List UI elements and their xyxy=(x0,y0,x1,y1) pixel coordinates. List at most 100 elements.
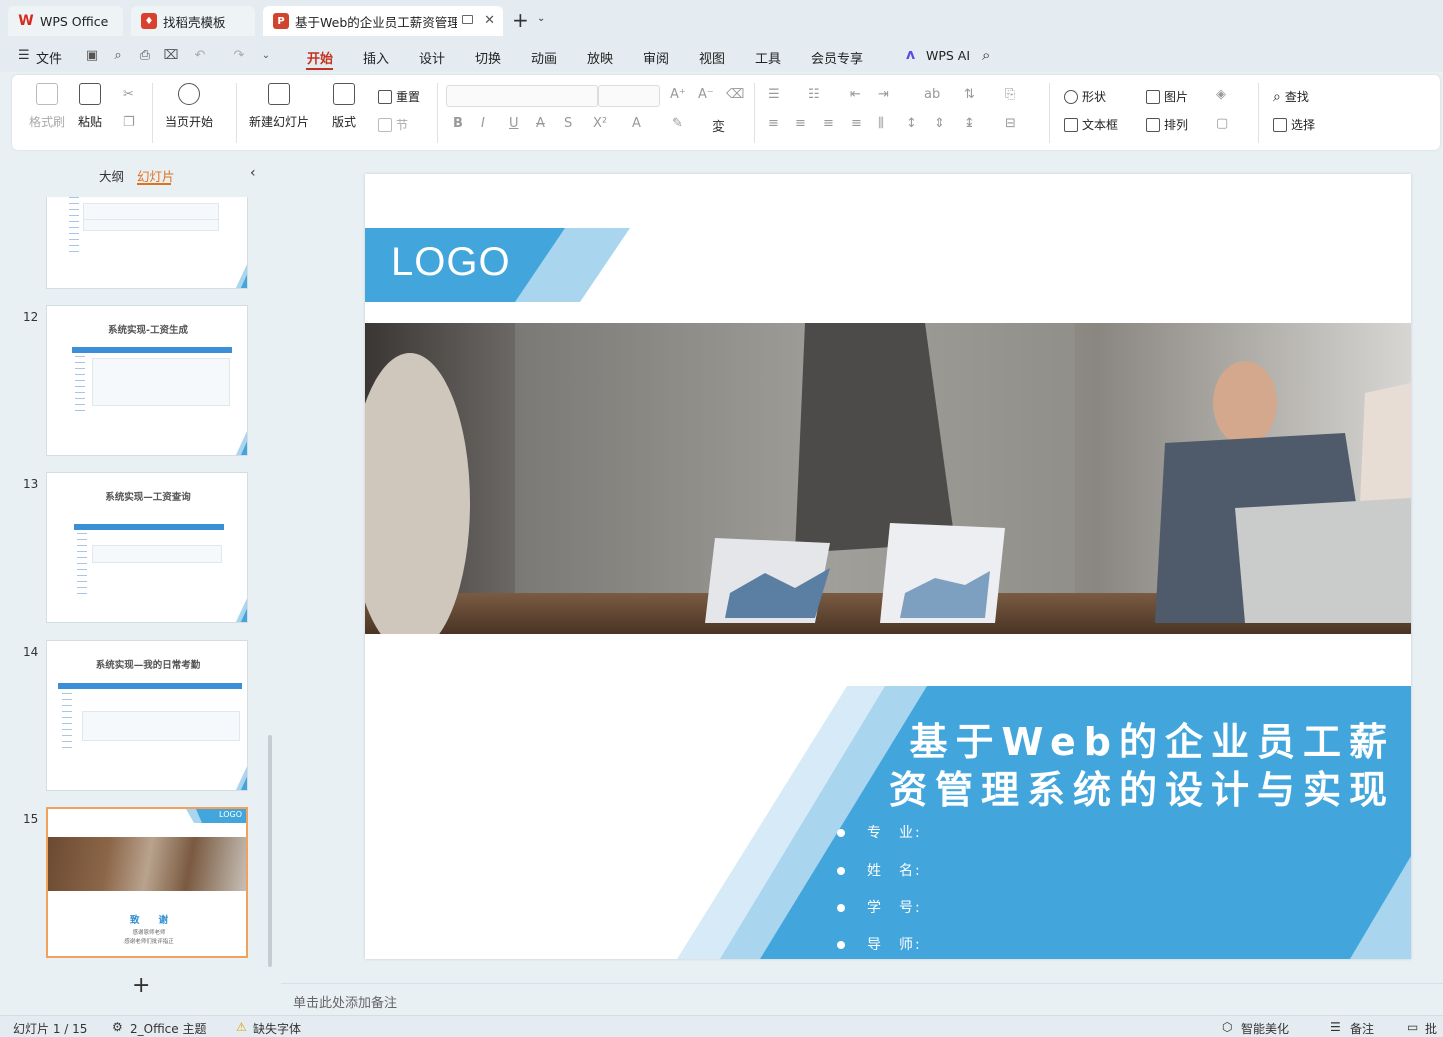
slide-thumbnail[interactable]: 系统实现-工资生成 xyxy=(46,305,248,456)
tab-template[interactable]: ♦ 找稻壳模板 xyxy=(131,6,255,36)
menu-transition[interactable]: 切换 xyxy=(475,48,501,67)
menu-file[interactable]: 文件 xyxy=(36,48,62,67)
slide-title[interactable]: 基于Web的企业员工薪 资管理系统的设计与实现 xyxy=(835,718,1395,814)
new-slide-button[interactable]: 新建幻灯片 xyxy=(249,83,309,130)
textbox-button[interactable]: 文本框 xyxy=(1064,116,1118,133)
convert-icon[interactable]: ⎘ xyxy=(1005,87,1015,102)
menu-review[interactable]: 审阅 xyxy=(643,48,669,67)
info-field[interactable]: 专 业: xyxy=(837,822,922,842)
smart-beautify-button[interactable]: 智能美化 xyxy=(1241,1020,1289,1037)
format-painter-button[interactable]: 格式刷 xyxy=(29,83,65,130)
search-icon[interactable]: ⌕ xyxy=(982,46,990,64)
slide-canvas[interactable]: LOGO 基于Web的企业员工薪 资管理系统的设计与实现 专 业: 姓 名: 学… xyxy=(365,174,1411,959)
spacing-icon[interactable]: ↨ xyxy=(964,116,975,131)
line-spacing-icon[interactable]: ↕ xyxy=(906,116,917,131)
theme-name[interactable]: 2_Office 主题 xyxy=(130,1020,206,1037)
bullets-icon[interactable]: ☰ xyxy=(768,87,780,102)
outdent-icon[interactable]: ⇤ xyxy=(850,87,861,102)
undo-icon[interactable]: ↶ xyxy=(192,48,208,64)
italic-icon[interactable]: I xyxy=(481,116,485,131)
arrange-button[interactable]: 排列 xyxy=(1146,116,1188,133)
slide-thumbnail[interactable]: 系统实现—我的日常考勤 xyxy=(46,640,248,791)
distribute-icon[interactable]: ⫼ xyxy=(878,116,884,131)
mini-table xyxy=(92,545,222,563)
notes-toggle-button[interactable]: 备注 xyxy=(1350,1020,1374,1037)
slide-thumbnail[interactable]: 系统实现—工资查询 xyxy=(46,472,248,623)
increase-font-icon[interactable]: A⁺ xyxy=(670,87,686,102)
find-button[interactable]: ⌕ 查找 xyxy=(1273,88,1309,105)
align-right-icon[interactable]: ≡ xyxy=(823,116,834,131)
shape-button[interactable]: 形状 xyxy=(1064,88,1106,105)
more-icon[interactable]: ⌄ xyxy=(258,48,274,64)
columns-icon[interactable]: ⊟ xyxy=(1005,116,1016,131)
select-button[interactable]: 选择 xyxy=(1273,116,1315,133)
info-field[interactable]: 导 师: xyxy=(837,934,922,954)
align-center-icon[interactable]: ≡ xyxy=(795,116,806,131)
menu-tools[interactable]: 工具 xyxy=(755,48,781,67)
phonetic-icon[interactable]: 変 xyxy=(712,116,725,135)
new-tab-icon[interactable]: + xyxy=(512,8,529,32)
clear-format-icon[interactable]: ⌫ xyxy=(726,87,744,102)
missing-font-button[interactable]: 缺失字体 xyxy=(253,1020,301,1037)
print-icon[interactable]: ⎙ xyxy=(137,48,153,64)
panel-scrollbar[interactable] xyxy=(268,735,272,967)
collapse-panel-icon[interactable]: ‹ xyxy=(250,165,256,181)
superscript-icon[interactable]: X² xyxy=(593,116,607,131)
export-icon[interactable]: ⌕ xyxy=(110,48,126,64)
underline-icon[interactable]: U xyxy=(509,116,519,131)
decrease-font-icon[interactable]: A⁻ xyxy=(698,87,714,102)
comment-button[interactable]: 批注 xyxy=(1425,1020,1443,1037)
chevron-down-icon[interactable]: ⌄ xyxy=(537,13,545,24)
hamburger-icon[interactable]: ☰ xyxy=(18,48,30,63)
tab-document[interactable]: P 基于Web的企业员工薪资管理 ✕ xyxy=(263,6,503,36)
layout-button[interactable]: 版式 xyxy=(332,83,356,130)
from-current-button[interactable]: 当页开始 xyxy=(165,83,213,130)
menu-start[interactable]: 开始 xyxy=(307,48,333,67)
highlight-icon[interactable]: ✎ xyxy=(672,116,683,131)
slide-thumbnail[interactable] xyxy=(46,197,248,289)
menu-slideshow[interactable]: 放映 xyxy=(587,48,613,67)
copy-icon[interactable]: ❐ xyxy=(123,115,135,130)
button-label: 文本框 xyxy=(1082,118,1119,132)
slide-thumbnail[interactable]: LOGO 致 谢 感谢恩师老师 感谢老师们批评指正 xyxy=(46,807,248,958)
strikethrough-icon[interactable]: A xyxy=(536,116,545,131)
menu-animation[interactable]: 动画 xyxy=(531,48,557,67)
cut-icon[interactable]: ✂ xyxy=(123,87,134,102)
close-icon[interactable]: ✕ xyxy=(484,13,495,28)
align-left-icon[interactable]: ≡ xyxy=(768,116,779,131)
menu-member[interactable]: 会员专享 xyxy=(811,48,863,67)
play-icon xyxy=(178,83,200,105)
tab-outline[interactable]: 大纲 xyxy=(99,166,124,185)
save-icon[interactable]: ▣ xyxy=(84,48,100,64)
fill-icon[interactable]: ◈ xyxy=(1216,87,1226,102)
font-family-select[interactable] xyxy=(446,85,598,107)
text-direction-icon[interactable]: ab xyxy=(924,87,940,102)
menu-view[interactable]: 视图 xyxy=(699,48,725,67)
paste-button[interactable]: 粘贴 xyxy=(78,83,102,130)
shadow-icon[interactable]: S xyxy=(564,116,572,131)
mini-table xyxy=(83,203,219,231)
justify-icon[interactable]: ≡ xyxy=(851,116,862,131)
font-size-select[interactable] xyxy=(598,85,660,107)
add-slide-button[interactable]: + xyxy=(132,973,150,998)
section-button[interactable]: 节 xyxy=(378,116,408,133)
sort-icon[interactable]: ⇅ xyxy=(964,87,975,102)
font-color-icon[interactable]: A xyxy=(632,116,641,131)
paragraph-spacing-icon[interactable]: ⇕ xyxy=(934,116,945,131)
bold-icon[interactable]: B xyxy=(453,116,463,131)
menu-wps-ai[interactable]: WPS AI xyxy=(926,48,970,63)
notes-pane[interactable]: 单击此处添加备注 xyxy=(281,983,1443,1015)
redo-icon[interactable]: ↷ xyxy=(231,48,247,64)
outline-icon[interactable]: ▢ xyxy=(1216,116,1228,131)
print-preview-icon[interactable]: ⌧ xyxy=(163,48,179,64)
picture-button[interactable]: 图片 xyxy=(1146,88,1188,105)
reset-button[interactable]: 重置 xyxy=(378,88,420,105)
mini-header xyxy=(58,683,242,689)
menu-design[interactable]: 设计 xyxy=(419,48,445,67)
info-field[interactable]: 姓 名: xyxy=(837,860,922,880)
tab-wps-office[interactable]: W WPS Office xyxy=(8,6,123,36)
menu-insert[interactable]: 插入 xyxy=(363,48,389,67)
indent-icon[interactable]: ⇥ xyxy=(878,87,889,102)
info-field[interactable]: 学 号: xyxy=(837,897,922,917)
numbering-icon[interactable]: ☷ xyxy=(808,87,820,102)
